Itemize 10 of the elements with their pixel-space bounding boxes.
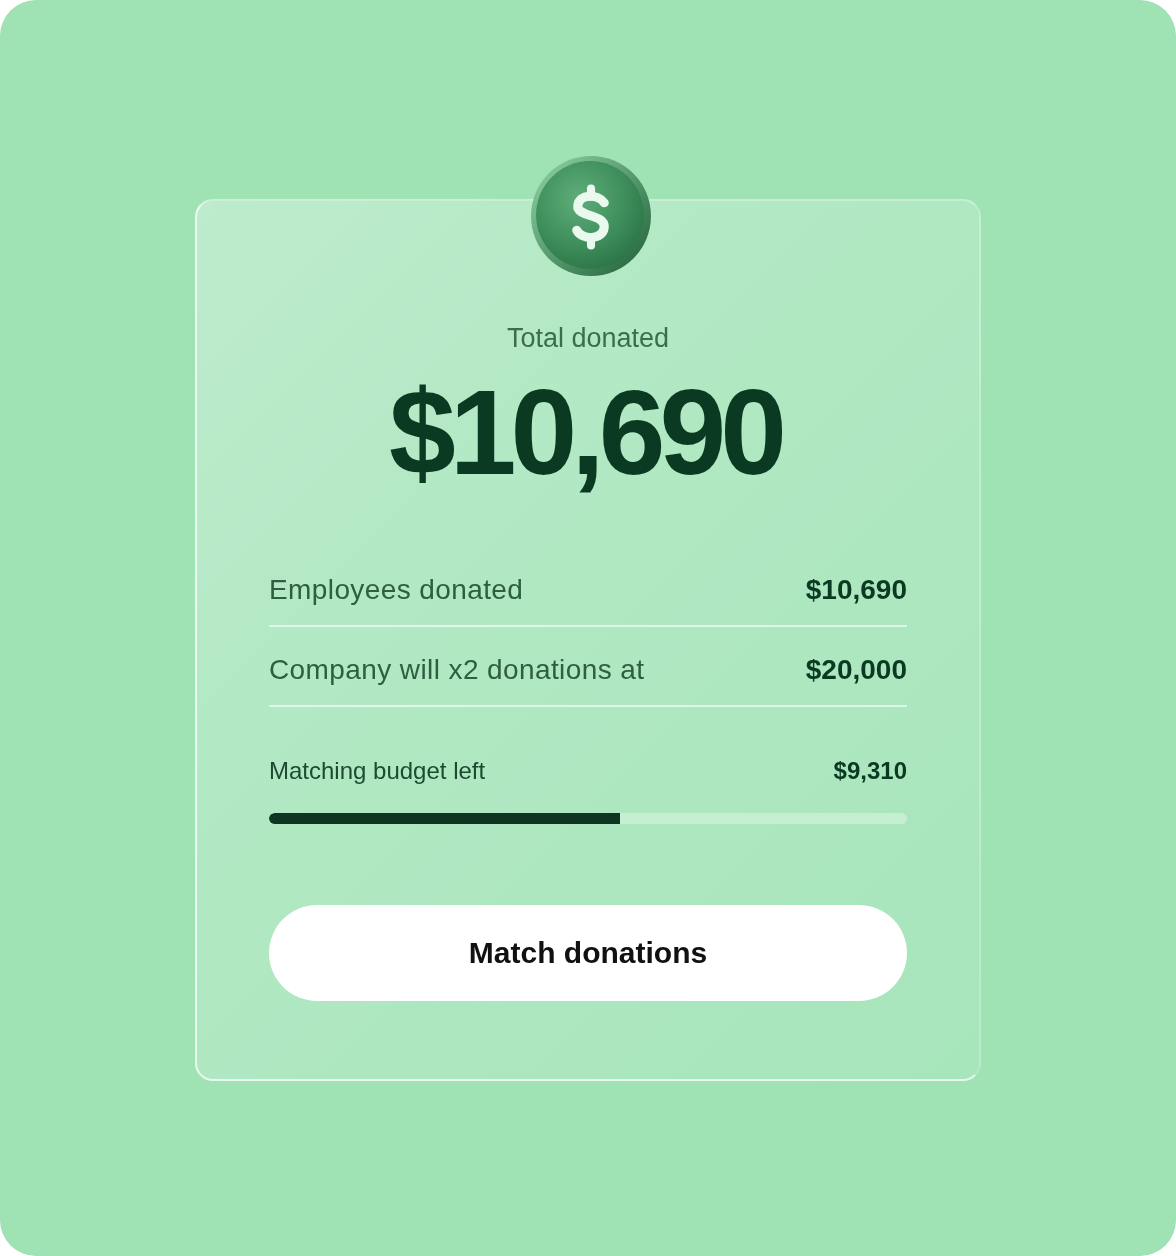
dollar-coin-icon: [530, 155, 652, 277]
match-donations-button[interactable]: Match donations: [269, 905, 907, 1001]
budget-value: $9,310: [833, 756, 907, 786]
row-label: Employees donated: [269, 573, 524, 607]
row-label: Company will x2 donations at: [269, 653, 645, 687]
row-value: $20,000: [805, 653, 907, 687]
row-value: $10,690: [805, 573, 907, 607]
total-label: Total donated: [506, 322, 670, 354]
total-amount: $10,690: [389, 372, 783, 492]
budget-label: Matching budget left: [269, 756, 486, 786]
